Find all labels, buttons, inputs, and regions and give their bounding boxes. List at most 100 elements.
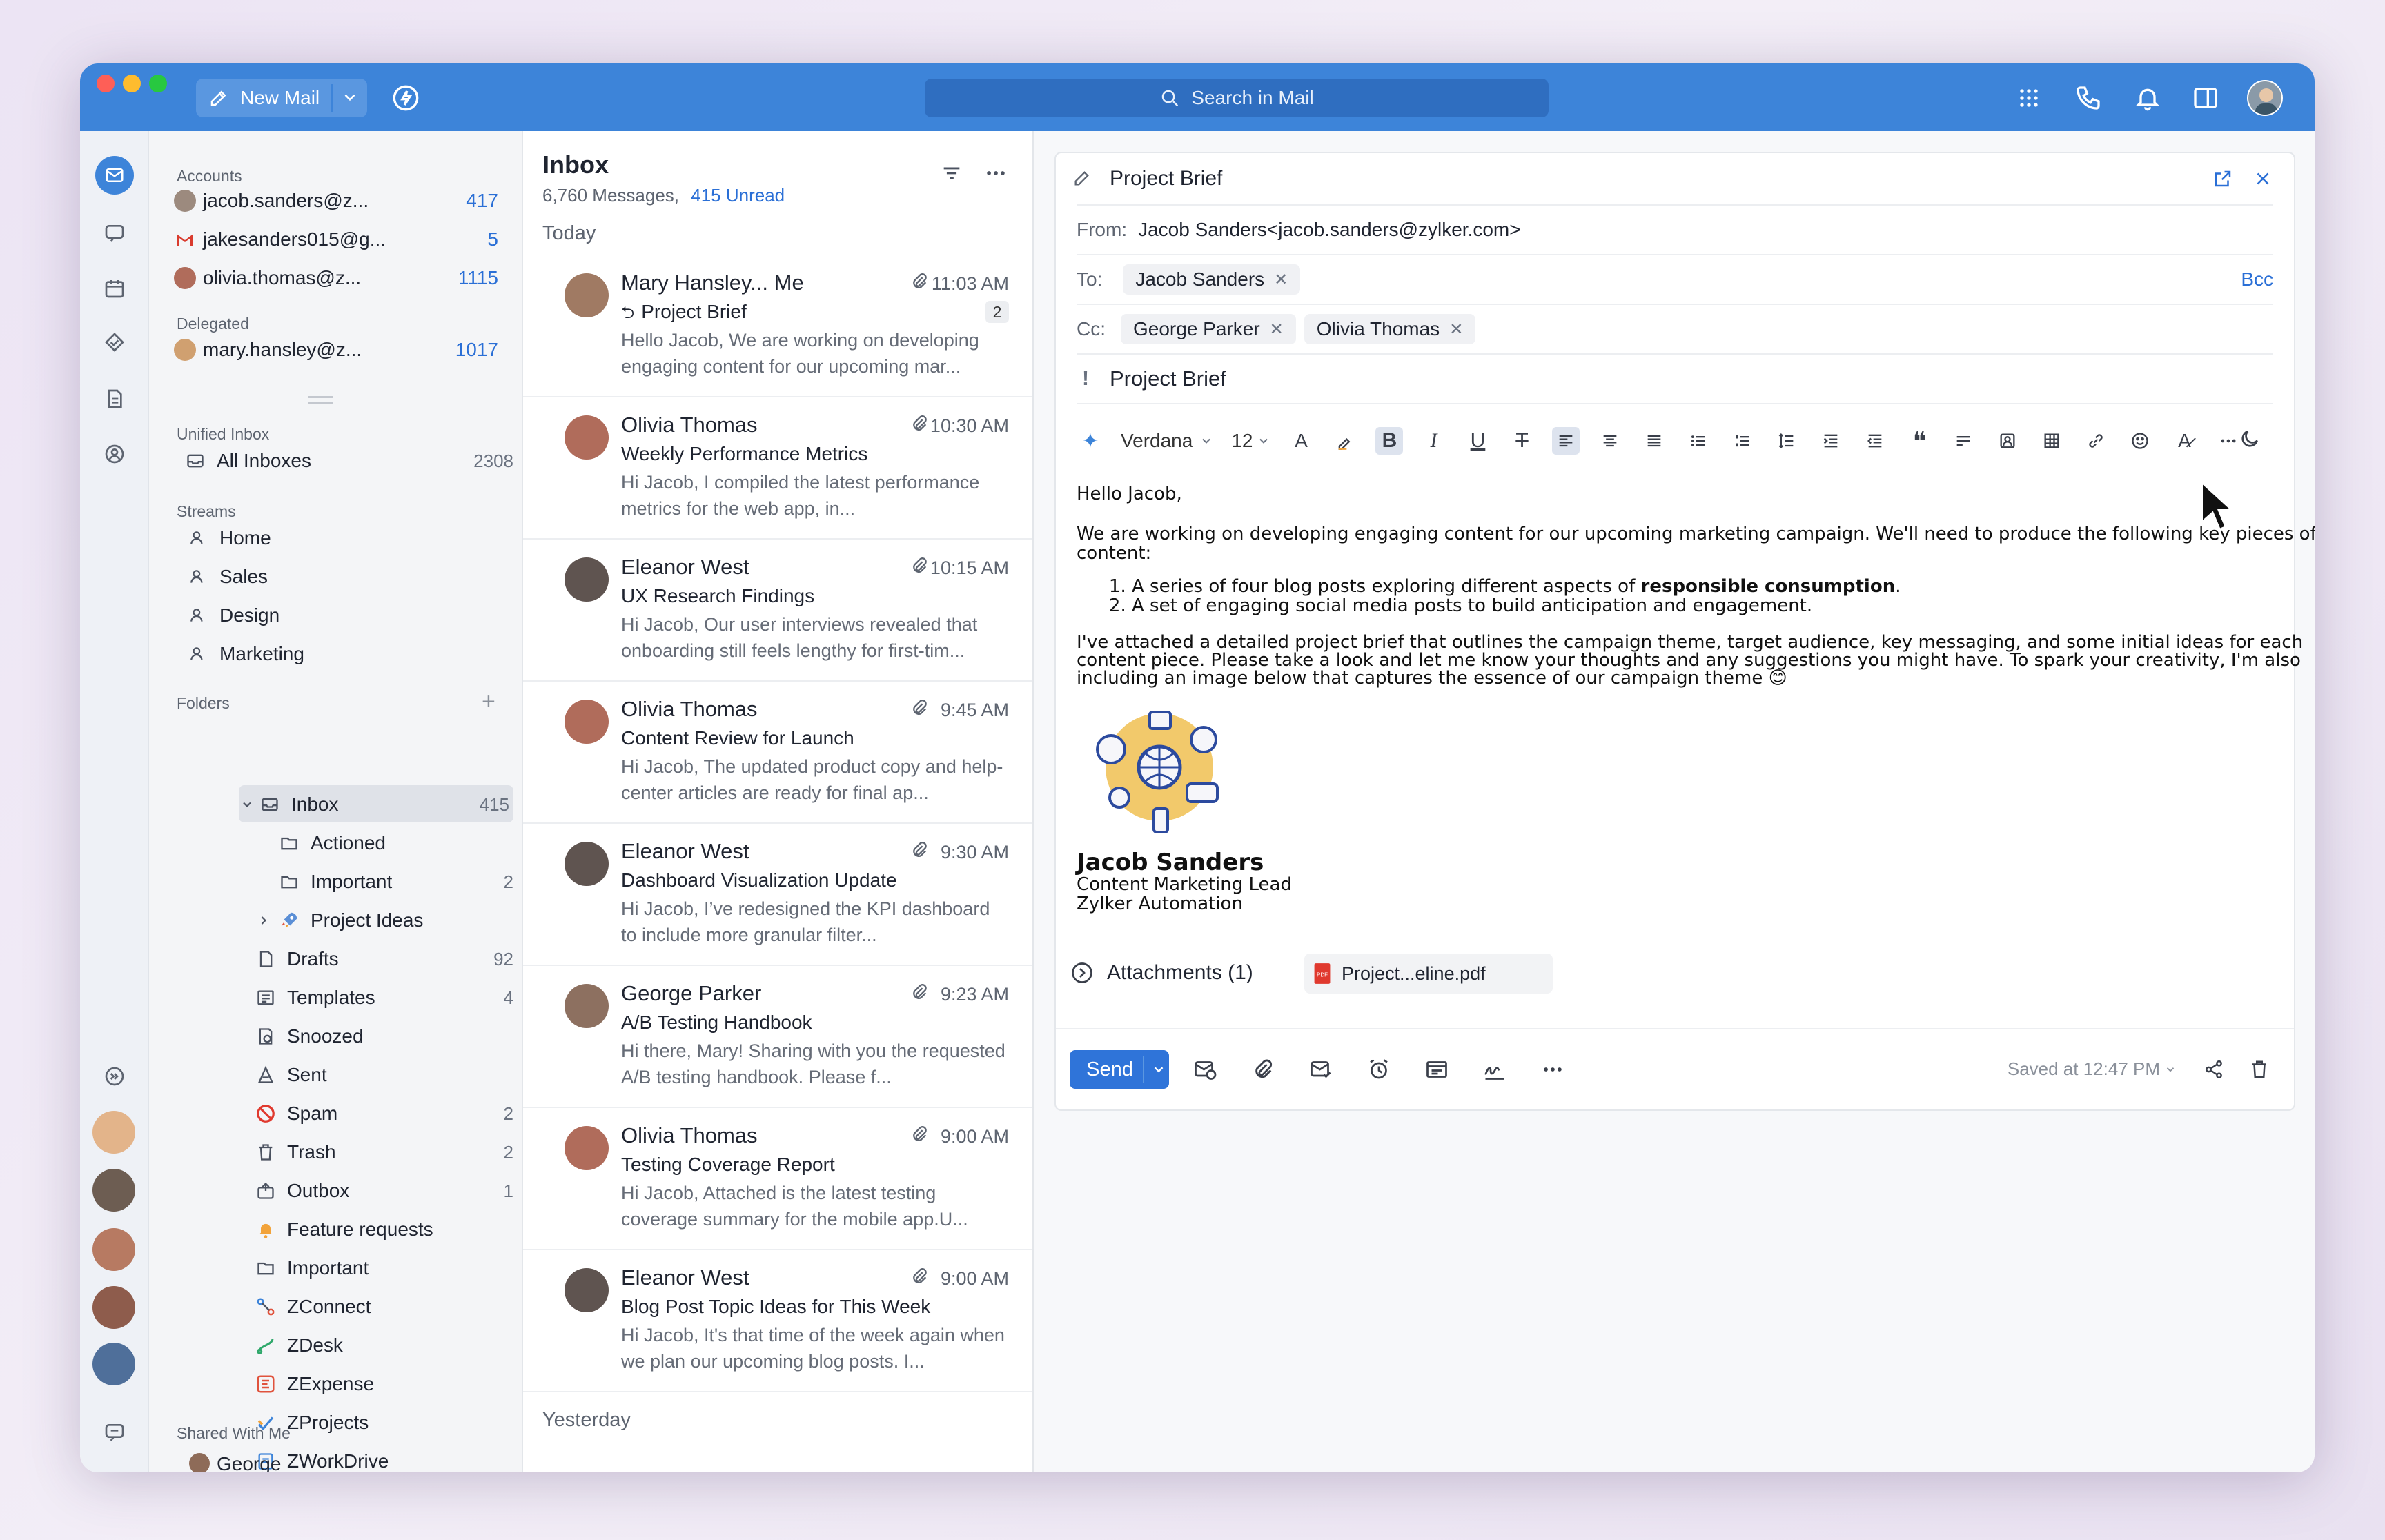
- list-item[interactable]: Eleanor West 10:15 AM UX Research Findin…: [523, 540, 1032, 682]
- from-field[interactable]: Jacob Sanders<jacob.sanders@zylker.com>: [1138, 219, 1521, 241]
- calendar-icon[interactable]: [95, 269, 134, 308]
- folder-item-zprojects[interactable]: ZProjects: [255, 1405, 513, 1441]
- folder-item-zexpense[interactable]: ZExpense: [255, 1366, 513, 1402]
- saved-status[interactable]: Saved at 12:47 PM: [2008, 1058, 2177, 1080]
- close-window-button[interactable]: [97, 75, 115, 92]
- horizontal-rule-icon[interactable]: [1950, 427, 1977, 455]
- remove-recipient-icon[interactable]: ✕: [1449, 319, 1463, 339]
- reminder-icon[interactable]: [1365, 1056, 1393, 1083]
- all-inboxes-item[interactable]: All Inboxes 2308: [185, 443, 513, 479]
- panel-toggle-icon[interactable]: [2192, 84, 2219, 112]
- schedule-mail-icon[interactable]: [1191, 1056, 1219, 1083]
- insert-image-icon[interactable]: [1994, 427, 2021, 455]
- chevron-down-icon[interactable]: [240, 794, 254, 815]
- list-item[interactable]: George Parker 9:23 AM A/B Testing Handbo…: [523, 966, 1032, 1108]
- new-mail-dropdown-icon[interactable]: [341, 88, 359, 111]
- new-mail-button[interactable]: New Mail: [196, 79, 367, 117]
- clear-format-icon[interactable]: A̷: [2170, 427, 2198, 455]
- line-spacing-icon[interactable]: [1773, 427, 1800, 455]
- list-item[interactable]: Eleanor West 9:30 AM Dashboard Visualiza…: [523, 824, 1032, 966]
- attach-icon[interactable]: [1249, 1056, 1277, 1083]
- stream-item-design[interactable]: Design: [188, 598, 279, 633]
- remove-recipient-icon[interactable]: ✕: [1274, 270, 1288, 290]
- folder-item-important-2[interactable]: Important: [255, 1250, 513, 1286]
- filter-icon[interactable]: [940, 161, 963, 188]
- list-item[interactable]: Eleanor West 9:00 AM Blog Post Topic Ide…: [523, 1250, 1032, 1392]
- contact-avatar[interactable]: [92, 1286, 135, 1329]
- folder-item-zdesk[interactable]: ZDesk: [255, 1327, 513, 1363]
- discard-trash-icon[interactable]: [2246, 1056, 2273, 1083]
- contacts-icon[interactable]: [95, 435, 134, 473]
- folder-item-inbox[interactable]: Inbox 415: [240, 787, 509, 822]
- bell-icon[interactable]: [2134, 84, 2161, 112]
- bcc-link[interactable]: Bcc: [2241, 268, 2273, 290]
- expand-rail-icon[interactable]: [95, 1057, 134, 1096]
- folder-item-actioned[interactable]: Actioned: [279, 825, 513, 861]
- tasks-icon[interactable]: [95, 323, 134, 362]
- folder-item-trash[interactable]: Trash 2: [255, 1134, 513, 1170]
- contact-avatar[interactable]: [92, 1111, 135, 1154]
- justify-icon[interactable]: [1640, 427, 1668, 455]
- link-icon[interactable]: [2082, 427, 2110, 455]
- message-body[interactable]: Hello Jacob, We are working on developin…: [1077, 484, 2315, 914]
- attachments-toggle[interactable]: Attachments (1): [1070, 960, 1253, 985]
- underline-icon[interactable]: U: [1464, 427, 1491, 455]
- stream-item-home[interactable]: Home: [188, 520, 271, 556]
- folder-item-zconnect[interactable]: ZConnect: [255, 1289, 513, 1325]
- account-item[interactable]: jakesanders015@g... 5: [174, 222, 498, 257]
- stream-item-marketing[interactable]: Marketing: [188, 636, 304, 672]
- list-item[interactable]: Olivia Thomas 9:00 AM Testing Coverage R…: [523, 1108, 1032, 1250]
- table-icon[interactable]: [2038, 427, 2065, 455]
- quote-icon[interactable]: ❝: [1905, 427, 1933, 455]
- user-avatar[interactable]: [2247, 80, 2283, 116]
- subject-field[interactable]: Project Brief: [1110, 366, 1226, 391]
- recipient-chip[interactable]: Olivia Thomas ✕: [1304, 314, 1476, 344]
- bullet-list-icon[interactable]: [1685, 427, 1712, 455]
- send-button[interactable]: Send: [1070, 1050, 1169, 1089]
- numbered-list-icon[interactable]: [1729, 427, 1756, 455]
- template-icon[interactable]: [1423, 1056, 1451, 1083]
- shared-item[interactable]: George: [189, 1453, 281, 1472]
- folder-item-spam[interactable]: Spam 2: [255, 1096, 513, 1132]
- chat-icon[interactable]: [95, 214, 134, 253]
- highlight-icon[interactable]: [1331, 427, 1359, 455]
- attachment-file-chip[interactable]: PDF Project...eline.pdf: [1304, 954, 1553, 994]
- zoom-window-button[interactable]: [149, 75, 167, 92]
- align-center-icon[interactable]: [1596, 427, 1624, 455]
- priority-icon[interactable]: !: [1082, 367, 1089, 391]
- phone-icon[interactable]: [2074, 84, 2102, 112]
- minimize-window-button[interactable]: [123, 75, 141, 92]
- contact-avatar[interactable]: [92, 1169, 135, 1212]
- recipient-chip[interactable]: Jacob Sanders ✕: [1123, 264, 1301, 295]
- folder-item-important[interactable]: Important 2: [279, 864, 513, 900]
- folder-item-templates[interactable]: Templates 4: [255, 980, 513, 1016]
- text-color-icon[interactable]: A: [1287, 427, 1315, 455]
- more-options-icon[interactable]: [1539, 1056, 1567, 1083]
- list-item[interactable]: Mary Hansley... Me 11:03 AM ⮌ Project Bri…: [523, 255, 1032, 397]
- outdent-icon[interactable]: [1861, 427, 1889, 455]
- more-options-icon[interactable]: [984, 161, 1008, 188]
- align-left-icon[interactable]: [1552, 427, 1580, 455]
- folder-item-zworkdrive[interactable]: ZWorkDrive: [255, 1443, 513, 1472]
- stream-item-sales[interactable]: Sales: [188, 559, 268, 595]
- bolt-icon[interactable]: [392, 84, 420, 112]
- read-receipt-icon[interactable]: [1307, 1056, 1335, 1083]
- recipient-chip[interactable]: George Parker ✕: [1121, 314, 1296, 344]
- strikethrough-icon[interactable]: T: [1508, 427, 1535, 455]
- account-item[interactable]: olivia.thomas@z... 1115: [174, 261, 498, 295]
- chevron-right-icon[interactable]: [257, 910, 271, 931]
- delegated-account-item[interactable]: mary.hansley@z... 1017: [174, 333, 498, 367]
- folder-item-outbox[interactable]: Outbox 1: [255, 1173, 513, 1209]
- share-icon[interactable]: [2200, 1056, 2228, 1083]
- contact-avatar[interactable]: [92, 1343, 135, 1385]
- pop-out-icon[interactable]: [2212, 168, 2233, 192]
- folder-item-snoozed[interactable]: Snoozed: [255, 1018, 513, 1054]
- list-item[interactable]: Olivia Thomas 9:45 AM Content Review for…: [523, 682, 1032, 824]
- contact-avatar[interactable]: [92, 1228, 135, 1271]
- mail-icon[interactable]: [95, 156, 134, 195]
- folder-item-sent[interactable]: Sent: [255, 1057, 513, 1093]
- font-size-select[interactable]: 12: [1231, 430, 1270, 452]
- close-icon[interactable]: [2252, 168, 2273, 192]
- list-item[interactable]: Olivia Thomas 10:30 AM Weekly Performanc…: [523, 397, 1032, 540]
- account-item[interactable]: jacob.sanders@z... 417: [174, 184, 498, 218]
